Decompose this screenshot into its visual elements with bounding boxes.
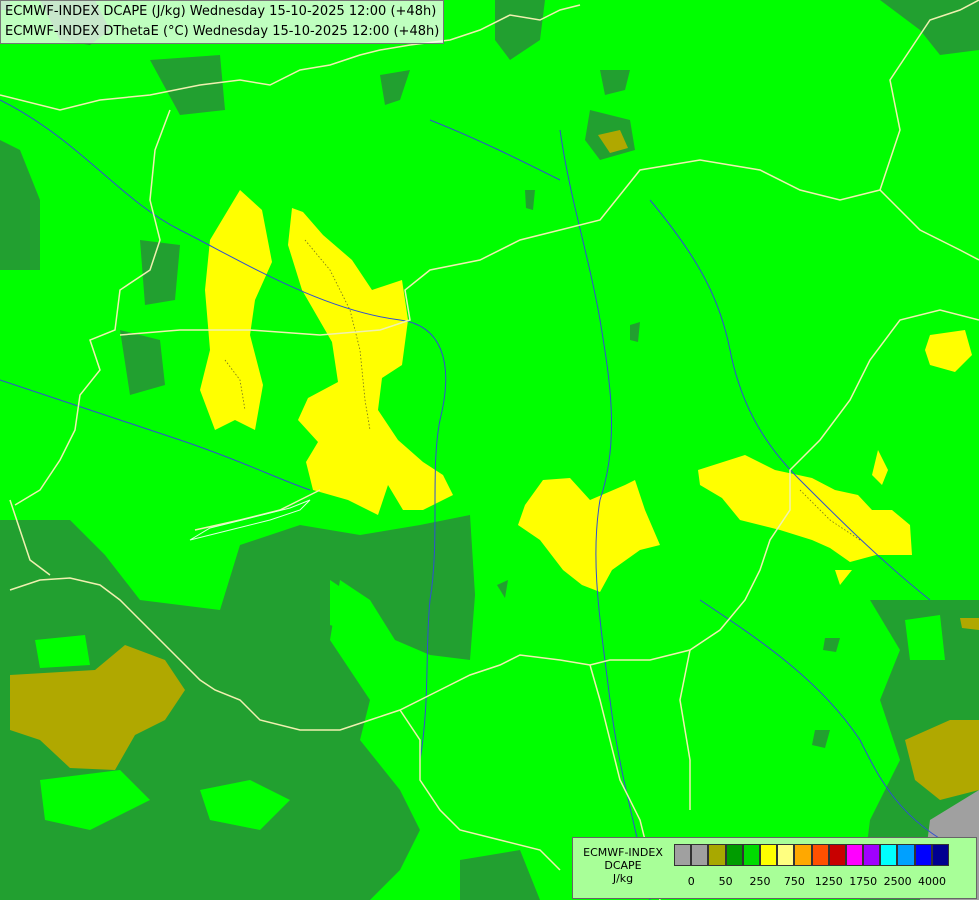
legend-swatch (897, 844, 915, 866)
legend-swatch (914, 844, 932, 866)
legend-swatch (828, 844, 846, 866)
legend-swatch (794, 844, 812, 866)
legend-swatch (863, 844, 881, 866)
legend-tick-label: 2500 (883, 875, 912, 888)
legend-param: DCAPE (604, 859, 642, 872)
legend-tick-label: 1750 (849, 875, 878, 888)
legend-swatches (674, 844, 949, 866)
map-title: ECMWF-INDEX DCAPE (J/kg) Wednesday 15-10… (0, 0, 445, 44)
legend-tick-label: 0 (687, 875, 695, 888)
legend-swatch (691, 844, 709, 866)
legend-swatch (759, 844, 778, 866)
legend-model: ECMWF-INDEX (583, 846, 663, 859)
dcape-map (0, 0, 979, 900)
legend-swatch (931, 844, 949, 866)
legend-swatch (845, 844, 864, 866)
legend-unit: J/kg (612, 872, 634, 885)
legend-swatch (777, 844, 795, 866)
legend-swatch (811, 844, 829, 866)
legend-tick-label: 4000 (918, 875, 946, 888)
legend-tick-label: 250 (749, 875, 771, 888)
legend-title: ECMWF-INDEX DCAPE J/kg (575, 846, 671, 885)
legend-tick-label: 1250 (814, 875, 843, 888)
legend-swatch (880, 844, 898, 866)
legend-tick-label: 50 (718, 875, 733, 888)
color-legend: ECMWF-INDEX DCAPE J/kg 0 50 250 750 1250 1750… (572, 837, 977, 899)
legend-swatch (742, 844, 760, 866)
title-line-dcape: ECMWF-INDEX DCAPE (J/kg) Wednesday 15-10… (5, 4, 437, 19)
legend-tick-label: 750 (783, 875, 805, 888)
title-line-dthetae: ECMWF-INDEX DThetaE (°C) Wednesday 15-10… (5, 24, 440, 39)
legend-swatch (674, 844, 692, 866)
legend-ticks: 0 50 250 750 1250 1750 2500 4000 (674, 875, 974, 889)
legend-swatch (725, 844, 743, 866)
legend-swatch (708, 844, 726, 866)
